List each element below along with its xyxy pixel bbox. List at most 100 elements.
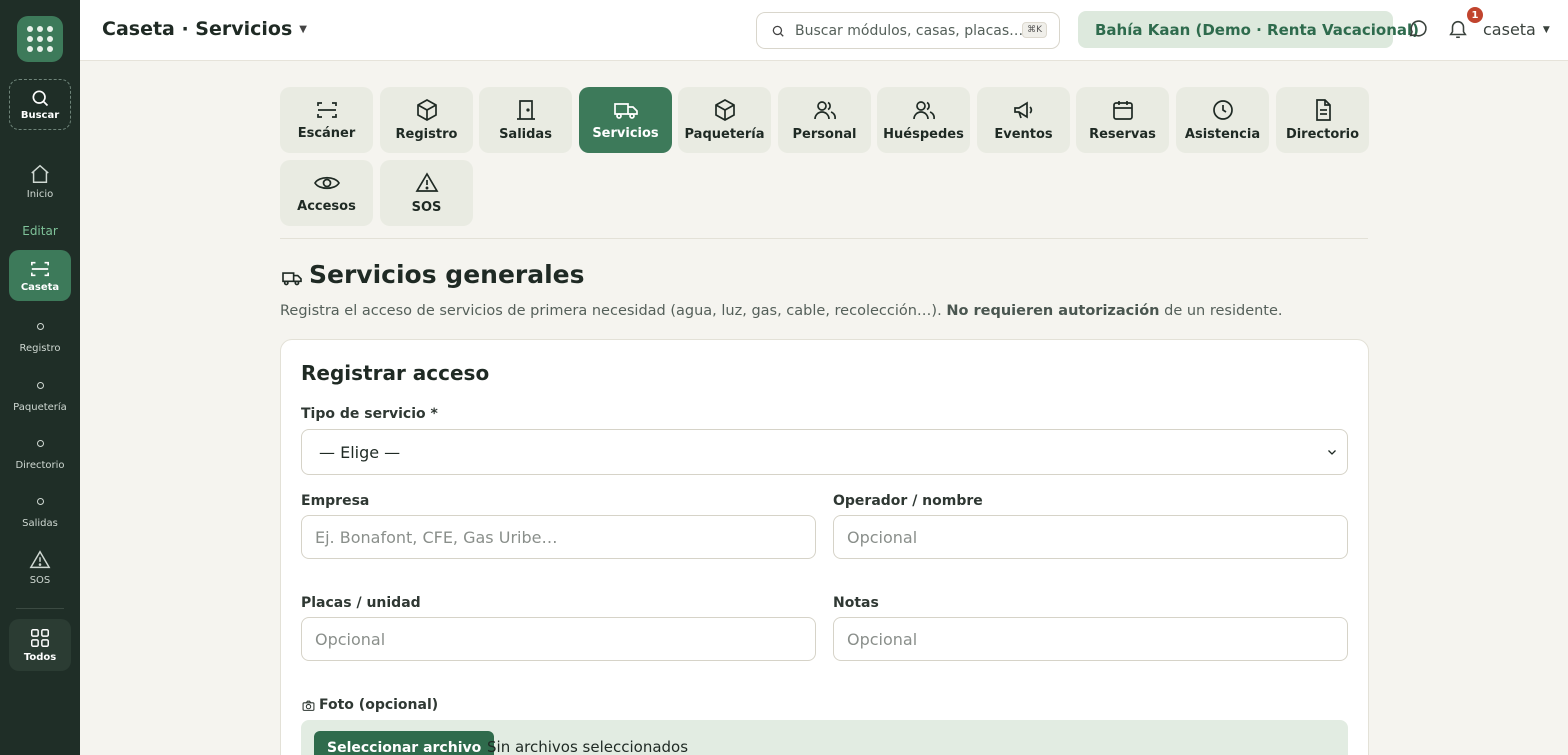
sidebar-item-directorio[interactable]: Directorio — [9, 440, 71, 471]
section-divider — [280, 238, 1368, 239]
search-shortcut: ⌘K — [1022, 22, 1047, 38]
dot-icon — [36, 382, 44, 389]
sidebar-item-salidas[interactable]: Salidas — [9, 498, 71, 529]
photo-label: Foto (opcional) — [319, 697, 439, 713]
section-title: Servicios generales — [309, 260, 585, 289]
chevron-down-icon — [1328, 450, 1336, 455]
tab-servicios[interactable]: Servicios — [579, 87, 672, 153]
door-icon — [516, 100, 535, 120]
tab-label: Paquetería — [684, 127, 765, 142]
truck-icon — [613, 103, 638, 119]
tab-escaner[interactable]: Escáner — [280, 87, 373, 153]
scan-icon — [316, 102, 337, 118]
sidebar-item-paqueteria[interactable]: Paquetería — [9, 382, 71, 413]
tab-huespedes[interactable]: Huéspedes — [877, 87, 970, 153]
document-icon — [1315, 99, 1331, 121]
users-icon — [813, 101, 836, 120]
sidebar-divider — [16, 608, 64, 609]
bell-icon[interactable] — [1447, 18, 1469, 40]
notes-label: Notas — [833, 595, 879, 611]
tab-label: Asistencia — [1184, 127, 1261, 142]
scan-icon — [31, 261, 49, 276]
tab-paqueteria[interactable]: Paquetería — [678, 87, 771, 153]
alert-triangle-icon — [29, 550, 51, 569]
tab-label: Reservas — [1089, 127, 1156, 142]
description-emphasis: No requieren autorización — [946, 303, 1160, 319]
sidebar-item-label: SOS — [29, 575, 51, 586]
camera-icon — [302, 700, 315, 711]
tab-directorio[interactable]: Directorio — [1276, 87, 1369, 153]
operator-label: Operador / nombre — [833, 493, 983, 509]
description-text: Registra el acceso de servicios de prime… — [280, 303, 947, 319]
file-upload-zone: Seleccionar archivo Sin archivos selecci… — [301, 720, 1348, 755]
plates-label: Placas / unidad — [301, 595, 421, 611]
sidebar-search-button[interactable]: Buscar — [9, 79, 71, 130]
tab-accesos[interactable]: Accesos — [280, 160, 373, 226]
tab-label: SOS — [411, 200, 442, 215]
org-name: Bahía Kaan (Demo · Renta Vacacional) — [1095, 20, 1420, 39]
sidebar-item-label: Paquetería — [13, 402, 67, 413]
operator-input[interactable]: Opcional — [833, 515, 1348, 559]
sidebar-item-label: Registro — [19, 343, 61, 354]
users-icon — [912, 101, 935, 120]
form-title: Registrar acceso — [301, 361, 490, 385]
chat-icon[interactable] — [1407, 18, 1429, 40]
select-file-button[interactable]: Seleccionar archivo — [314, 731, 495, 755]
tab-label: Registro — [395, 127, 458, 142]
service-type-value: — Elige — — [319, 442, 401, 462]
company-input[interactable]: Ej. Bonafont, CFE, Gas Uribe… — [301, 515, 816, 559]
sidebar-item-sos[interactable]: SOS — [9, 549, 71, 586]
search-icon — [772, 25, 784, 37]
megaphone-icon — [1013, 101, 1032, 119]
register-access-card: Registrar acceso Tipo de servicio * — El… — [280, 339, 1369, 755]
sidebar-item-caseta[interactable]: Caseta — [9, 250, 71, 301]
sidebar-item-label: Inicio — [26, 189, 54, 200]
truck-icon — [282, 271, 302, 285]
plates-input[interactable]: Opcional — [301, 617, 816, 661]
tab-label: Escáner — [297, 126, 356, 141]
tab-registro[interactable]: Registro — [380, 87, 473, 153]
tab-eventos[interactable]: Eventos — [977, 87, 1070, 153]
page-title: Caseta · Servicios — [102, 18, 293, 40]
sidebar-item-label: Caseta — [20, 281, 60, 293]
box-icon — [714, 99, 735, 121]
search-input[interactable]: Buscar módulos, casas, placas… — [795, 23, 1023, 39]
sidebar-item-label: Salidas — [22, 518, 58, 529]
sidebar-item-todos[interactable]: Todos — [9, 619, 71, 671]
global-search[interactable]: Buscar módulos, casas, placas… ⌘K — [756, 12, 1060, 49]
top-header: Caseta · Servicios ▼ Buscar módulos, cas… — [80, 0, 1568, 61]
tab-reservas[interactable]: Reservas — [1076, 87, 1169, 153]
sidebar-search-label: Buscar — [20, 110, 60, 121]
tab-label: Directorio — [1285, 127, 1360, 142]
company-label: Empresa — [301, 493, 370, 509]
sidebar-section-label: Editar — [22, 224, 58, 238]
eye-icon — [313, 176, 340, 190]
calendar-icon — [1112, 101, 1133, 120]
tab-salidas[interactable]: Salidas — [479, 87, 572, 153]
tab-label: Servicios — [592, 126, 659, 141]
description-text-end: de un residente. — [1159, 303, 1283, 319]
app-grid-logo-icon[interactable] — [17, 16, 63, 62]
service-type-select[interactable]: — Elige — — [301, 429, 1348, 475]
tab-asistencia[interactable]: Asistencia — [1176, 87, 1269, 153]
file-status: Sin archivos seleccionados — [487, 738, 689, 755]
page-title-menu[interactable]: Caseta · Servicios ▼ — [102, 18, 307, 40]
tab-sos[interactable]: SOS — [380, 160, 473, 226]
user-menu[interactable]: caseta ▼ — [1483, 20, 1550, 39]
section-description: Registra el acceso de servicios de prime… — [280, 303, 1283, 319]
sidebar-item-inicio[interactable]: Inicio — [9, 163, 71, 200]
sidebar-item-registro[interactable]: Registro — [9, 323, 71, 354]
dot-icon — [36, 440, 44, 447]
caret-down-icon: ▼ — [299, 23, 307, 35]
dot-icon — [36, 323, 44, 330]
sidebar-item-label: Todos — [23, 652, 57, 663]
caret-down-icon: ▼ — [1542, 24, 1550, 35]
box-icon — [416, 99, 437, 121]
user-name: caseta — [1483, 20, 1536, 39]
tab-personal[interactable]: Personal — [778, 87, 871, 153]
clock-icon — [1212, 100, 1233, 120]
home-icon — [31, 164, 49, 183]
photo-label-row: Foto (opcional) — [302, 697, 438, 713]
org-selector[interactable]: Bahía Kaan (Demo · Renta Vacacional) — [1078, 11, 1419, 48]
notes-input[interactable]: Opcional — [833, 617, 1348, 661]
